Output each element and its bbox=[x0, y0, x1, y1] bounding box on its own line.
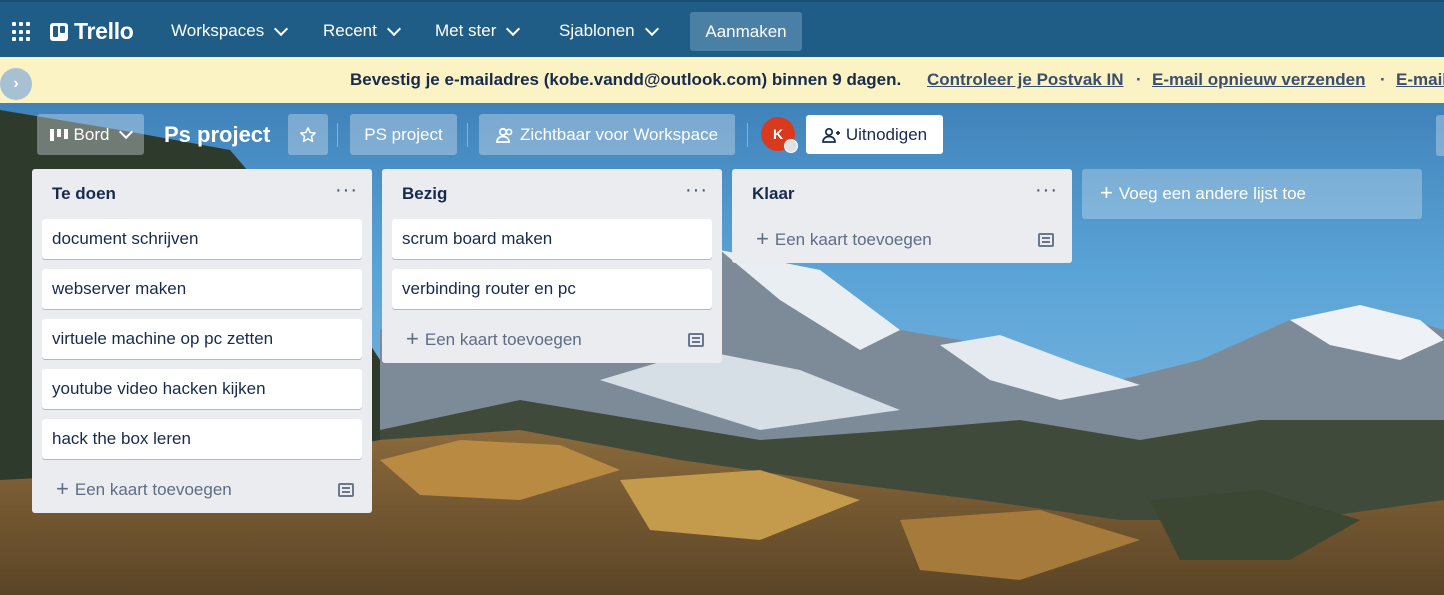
check-inbox-link[interactable]: Controleer je Postvak IN bbox=[927, 70, 1124, 90]
board-view-switcher[interactable]: Bord bbox=[37, 114, 144, 155]
plus-icon: + bbox=[56, 475, 69, 501]
banner-separator: · bbox=[1136, 70, 1142, 89]
trello-logo[interactable]: Trello bbox=[50, 18, 134, 45]
list-header: Te doen ··· bbox=[32, 169, 372, 219]
banner-separator: · bbox=[1380, 70, 1386, 89]
workspace-button[interactable]: PS project bbox=[350, 114, 457, 155]
chevron-right-icon: › bbox=[13, 75, 19, 92]
admin-badge-icon bbox=[784, 139, 798, 153]
list-bezig: Bezig ··· scrum board maken verbinding r… bbox=[382, 169, 722, 363]
email-verification-banner: Bevestig je e-mailadres (kobe.vandd@outl… bbox=[0, 57, 1444, 103]
invite-button[interactable]: Uitnodigen bbox=[806, 115, 943, 154]
nav-recent[interactable]: Recent bbox=[319, 12, 403, 50]
nav-templates-label: Sjablonen bbox=[559, 21, 635, 40]
add-card-row: + Een kaart toevoegen bbox=[382, 317, 722, 363]
plus-icon: + bbox=[1100, 179, 1113, 205]
add-person-icon bbox=[822, 127, 840, 143]
nav-recent-label: Recent bbox=[323, 21, 377, 40]
add-card-label: Een kaart toevoegen bbox=[774, 230, 932, 249]
people-icon bbox=[496, 127, 513, 143]
list-te-doen: Te doen ··· document schrijven webserver… bbox=[32, 169, 372, 513]
board-view-label: Bord bbox=[73, 124, 110, 144]
nav-workspaces-label: Workspaces bbox=[171, 21, 265, 40]
header-divider bbox=[337, 123, 338, 147]
header-divider bbox=[747, 123, 748, 147]
app-switcher-icon[interactable] bbox=[12, 22, 32, 42]
add-card-label: Een kaart toevoegen bbox=[424, 330, 582, 349]
nav-workspaces[interactable]: Workspaces bbox=[167, 12, 290, 50]
banner-message: Bevestig je e-mailadres (kobe.vandd@outl… bbox=[350, 70, 902, 89]
card[interactable]: verbinding router en pc bbox=[392, 269, 712, 309]
trello-logo-icon bbox=[50, 22, 68, 41]
add-card-button[interactable]: + Een kaart toevoegen bbox=[56, 475, 232, 501]
card[interactable]: hack the box leren bbox=[42, 419, 362, 459]
card[interactable]: webserver maken bbox=[42, 269, 362, 309]
visibility-button[interactable]: Zichtbaar voor Workspace bbox=[479, 114, 735, 155]
card[interactable]: document schrijven bbox=[42, 219, 362, 259]
list-menu-icon[interactable]: ··· bbox=[1035, 180, 1058, 200]
chevron-down-icon bbox=[119, 124, 134, 140]
card[interactable]: scrum board maken bbox=[392, 219, 712, 259]
list-title[interactable]: Bezig bbox=[402, 184, 447, 204]
visibility-label: Zichtbaar voor Workspace bbox=[519, 124, 719, 144]
change-email-link[interactable]: E-mail bbox=[1396, 70, 1444, 90]
chevron-down-icon bbox=[274, 21, 289, 36]
board-header: Bord Ps project PS project Zichtbaar voo… bbox=[0, 103, 1444, 163]
list-title[interactable]: Te doen bbox=[52, 184, 116, 204]
add-list-label: Voeg een andere lijst toe bbox=[1118, 184, 1307, 203]
list-menu-icon[interactable]: ··· bbox=[685, 180, 708, 200]
chevron-down-icon bbox=[506, 21, 521, 36]
add-card-row: + Een kaart toevoegen bbox=[732, 217, 1072, 263]
invite-label: Uitnodigen bbox=[845, 124, 928, 144]
star-icon bbox=[300, 126, 316, 142]
list-menu-icon[interactable]: ··· bbox=[335, 180, 358, 200]
nav-templates[interactable]: Sjablonen bbox=[555, 12, 661, 50]
sidebar-expand-button[interactable]: › bbox=[0, 68, 32, 100]
card-template-icon[interactable] bbox=[1038, 233, 1054, 247]
add-card-button[interactable]: + Een kaart toevoegen bbox=[756, 225, 932, 251]
board-menu-button[interactable] bbox=[1436, 115, 1444, 156]
member-avatar[interactable]: K bbox=[761, 117, 798, 153]
add-card-label: Een kaart toevoegen bbox=[74, 480, 232, 499]
nav-starred-label: Met ster bbox=[435, 21, 497, 40]
card-template-icon[interactable] bbox=[688, 333, 704, 347]
card[interactable]: youtube video hacken kijken bbox=[42, 369, 362, 409]
add-card-button[interactable]: + Een kaart toevoegen bbox=[406, 325, 582, 351]
list-header: Klaar ··· bbox=[732, 169, 1072, 219]
list-header: Bezig ··· bbox=[382, 169, 722, 219]
chevron-down-icon bbox=[644, 21, 659, 36]
list-title[interactable]: Klaar bbox=[752, 184, 795, 204]
header-divider bbox=[467, 123, 468, 147]
plus-icon: + bbox=[406, 325, 419, 351]
plus-icon: + bbox=[756, 225, 769, 251]
create-button[interactable]: Aanmaken bbox=[690, 12, 802, 51]
add-card-row: + Een kaart toevoegen bbox=[32, 467, 372, 513]
board-view-icon bbox=[49, 128, 68, 141]
app-name: Trello bbox=[74, 18, 134, 44]
avatar-initial: K bbox=[772, 126, 784, 142]
top-navigation: Trello Workspaces Recent Met ster Sjablo… bbox=[0, 0, 1444, 57]
star-board-button[interactable] bbox=[288, 114, 328, 155]
card-template-icon[interactable] bbox=[338, 483, 354, 497]
chevron-down-icon bbox=[386, 21, 401, 36]
nav-starred[interactable]: Met ster bbox=[431, 12, 522, 50]
list-klaar: Klaar ··· + Een kaart toevoegen bbox=[732, 169, 1072, 263]
card[interactable]: virtuele machine op pc zetten bbox=[42, 319, 362, 359]
resend-email-link[interactable]: E-mail opnieuw verzenden bbox=[1152, 70, 1366, 90]
board-title[interactable]: Ps project bbox=[164, 122, 270, 148]
add-list-button[interactable]: + Voeg een andere lijst toe bbox=[1082, 169, 1422, 219]
